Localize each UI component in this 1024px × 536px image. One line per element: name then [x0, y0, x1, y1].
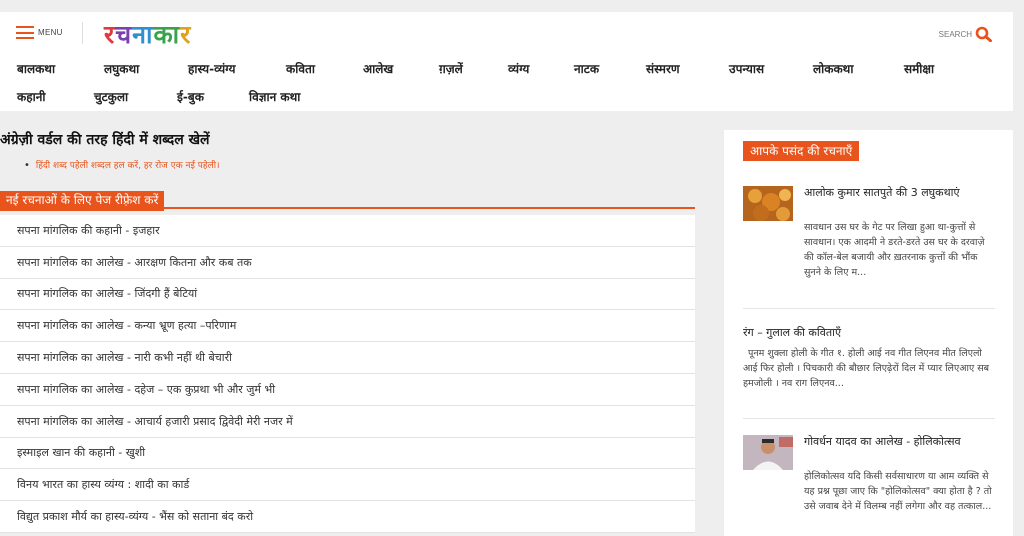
- sidebar-post-snippet: सावधान उस घर के गेट पर लिखा हुआ था-कुत्त…: [804, 222, 985, 278]
- list-item[interactable]: विनय भारत का हास्य व्यंग्य : शादी का कार…: [0, 469, 695, 502]
- nav-item-vigyan-katha[interactable]: विज्ञान कथा: [249, 88, 300, 105]
- nav-item-vyangya[interactable]: व्यंग्य: [508, 60, 529, 77]
- post-thumbnail[interactable]: [743, 186, 793, 221]
- refresh-heading: नई रचनाओं के लिए पेज रीफ़्रेश करें: [0, 189, 695, 211]
- sidebar-post[interactable]: गोवर्धन यादव का आलेख - होलिकोत्सव होलिको…: [743, 435, 995, 536]
- nav-item-balkatha[interactable]: बालकथा: [17, 60, 55, 77]
- list-item[interactable]: इस्माइल खान की कहानी - खुशी: [0, 438, 695, 470]
- sidebar-post-snippet: पूनम शुक्ला होली के गीत १. होली आई नव गी…: [743, 348, 990, 389]
- logo-char: ना: [132, 20, 154, 49]
- sidebar-heading: आपके पसंद की रचनाएँ: [743, 141, 860, 161]
- list-item[interactable]: सपना मांगलिक का आलेख - नारी कभी नहीं थी …: [0, 342, 695, 374]
- list-item[interactable]: सपना मांगलिक का आलेख - कन्या भ्रूण हत्या…: [0, 310, 695, 343]
- popular-sidebar: आपके पसंद की रचनाएँ आलोक कुमार सातपुते क…: [724, 130, 1013, 536]
- nav-item-kahani[interactable]: कहानी: [17, 88, 45, 105]
- logo-char: का: [153, 20, 181, 49]
- post-bullet-link[interactable]: हिंदी शब्द पहेली शब्दल हल करें, हर रोज ए…: [24, 158, 220, 171]
- nav-item-samiksha[interactable]: समीक्षा: [904, 60, 934, 77]
- author-photo[interactable]: [743, 435, 793, 470]
- sidebar-post-snippet: होलिकोत्सव यदि किसी सर्वसाधारण या आम व्य…: [804, 471, 992, 512]
- nav-item-hasya-vyangya[interactable]: हास्य-व्यंग्य: [188, 60, 236, 77]
- sidebar-post-title[interactable]: आलोक कुमार सातपुते की 3 लघुकथाएं: [804, 186, 994, 200]
- logo-char: र: [104, 20, 116, 49]
- hamburger-icon[interactable]: [16, 26, 34, 39]
- list-item[interactable]: सपना मांगलिक का आलेख - जिंदगी हैं बेटिया…: [0, 279, 695, 311]
- nav-item-chutkula[interactable]: चुटकुला: [94, 88, 128, 105]
- search-label[interactable]: SEARCH: [939, 30, 972, 39]
- nav-item-ghazalen[interactable]: ग़ज़लें: [439, 60, 463, 77]
- logo-char: र: [180, 20, 192, 49]
- nav-item-upanyas[interactable]: उपन्यास: [729, 60, 764, 77]
- sidebar-post-title[interactable]: गोवर्धन यादव का आलेख - होलिकोत्सव: [804, 435, 994, 449]
- nav-item-aalekh[interactable]: आलेख: [363, 60, 393, 77]
- logo-char: च: [115, 20, 133, 49]
- header-divider: [82, 22, 83, 44]
- sidebar-divider: [743, 308, 995, 309]
- recent-posts-list: सपना मांगलिक की कहानी - इजहार सपना मांगल…: [0, 215, 695, 533]
- sidebar-post-title[interactable]: रंग – गुलाल की कविताएँ: [743, 326, 995, 340]
- sidebar-post[interactable]: रंग – गुलाल की कविताएँ पूनम शुक्ला होली …: [743, 326, 995, 416]
- site-header: MENU रचनाकार SEARCH बालकथा लघुकथा हास्य-…: [0, 12, 1013, 111]
- list-item[interactable]: सपना मांगलिक का आलेख - दहेज – एक कुप्रथा…: [0, 374, 695, 406]
- nav-item-sansmaran[interactable]: संस्मरण: [646, 60, 680, 77]
- list-item[interactable]: सपना मांगलिक का आलेख - आरक्षण कितना और क…: [0, 247, 695, 279]
- nav-item-natak[interactable]: नाटक: [574, 60, 599, 77]
- list-item[interactable]: सपना मांगलिक का आलेख - आचार्य हजारी प्रस…: [0, 406, 695, 438]
- sidebar-divider: [743, 418, 995, 419]
- sidebar-post[interactable]: आलोक कुमार सातपुते की 3 लघुकथाएं सावधान …: [743, 186, 995, 306]
- nav-item-laghukatha[interactable]: लघुकथा: [104, 60, 139, 77]
- magnifier-icon[interactable]: [975, 26, 993, 42]
- list-item[interactable]: सपना मांगलिक की कहानी - इजहार: [0, 215, 695, 247]
- menu-button[interactable]: MENU: [16, 26, 63, 39]
- list-item[interactable]: विद्युत प्रकाश मौर्य का हास्य-व्यंग्य - …: [0, 501, 695, 533]
- search-button[interactable]: SEARCH: [939, 26, 993, 42]
- nav-item-lokkatha[interactable]: लोककथा: [813, 60, 853, 77]
- menu-label[interactable]: MENU: [38, 28, 63, 37]
- nav-item-ebook[interactable]: ई-बुक: [177, 88, 204, 105]
- refresh-label: नई रचनाओं के लिए पेज रीफ़्रेश करें: [0, 191, 165, 211]
- site-logo[interactable]: रचनाकार: [104, 17, 191, 51]
- nav-item-kavita[interactable]: कविता: [286, 60, 315, 77]
- post-title[interactable]: अंग्रेज़ी वर्डल की तरह हिंदी में शब्दल ख…: [0, 130, 210, 149]
